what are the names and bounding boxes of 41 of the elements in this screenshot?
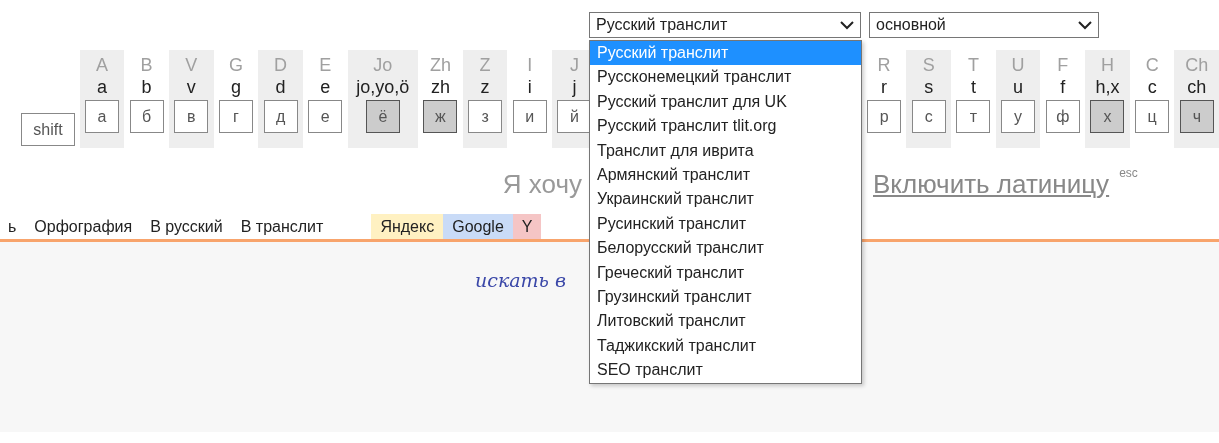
translit-text: j xyxy=(572,76,577,98)
translit-text: c xyxy=(1147,76,1157,98)
latin-letter: V xyxy=(185,54,198,76)
translit-text: zh xyxy=(430,76,450,98)
latin-letter: H xyxy=(1100,54,1114,76)
latin-letter: Jo xyxy=(373,54,393,76)
latin-letter: A xyxy=(95,54,108,76)
latin-letter: F xyxy=(1057,54,1069,76)
latin-letter: D xyxy=(274,54,288,76)
latin-letter: J xyxy=(569,54,579,76)
translit-text: f xyxy=(1060,76,1066,98)
latin-letter: Ch xyxy=(1185,54,1209,76)
translit-text: g xyxy=(230,76,241,98)
latin-letter: E xyxy=(319,54,332,76)
latin-letter: B xyxy=(140,54,153,76)
translit-text: d xyxy=(275,76,286,98)
latin-letter: Zh xyxy=(429,54,451,76)
translit-text: i xyxy=(527,76,532,98)
latin-letter: U xyxy=(1011,54,1025,76)
translit-text: u xyxy=(1013,76,1024,98)
translit-text: e xyxy=(320,76,331,98)
translit-text: s xyxy=(924,76,934,98)
shortcut-hint: esc xyxy=(1119,165,1138,182)
translit-text: v xyxy=(186,76,196,98)
translit-text: b xyxy=(141,76,152,98)
latin-letter: C xyxy=(1145,54,1159,76)
translit-text: a xyxy=(96,76,107,98)
latin-letter: G xyxy=(228,54,243,76)
translit-text: t xyxy=(970,76,976,98)
latin-letter: Z xyxy=(479,54,491,76)
translit-text: z xyxy=(480,76,490,98)
latin-letter: I xyxy=(527,54,533,76)
latin-letter: S xyxy=(922,54,935,76)
handwritten-hint: искать в xyxy=(475,269,566,291)
translit-text: r xyxy=(881,76,888,98)
latin-letter: T xyxy=(967,54,979,76)
latin-letter: R xyxy=(877,54,891,76)
prompt-text: Я хочу xyxy=(501,167,582,201)
translit-text: ch xyxy=(1187,76,1207,98)
translit-text: jo,yo,ö xyxy=(356,76,410,98)
translit-text: h,x xyxy=(1095,76,1120,98)
